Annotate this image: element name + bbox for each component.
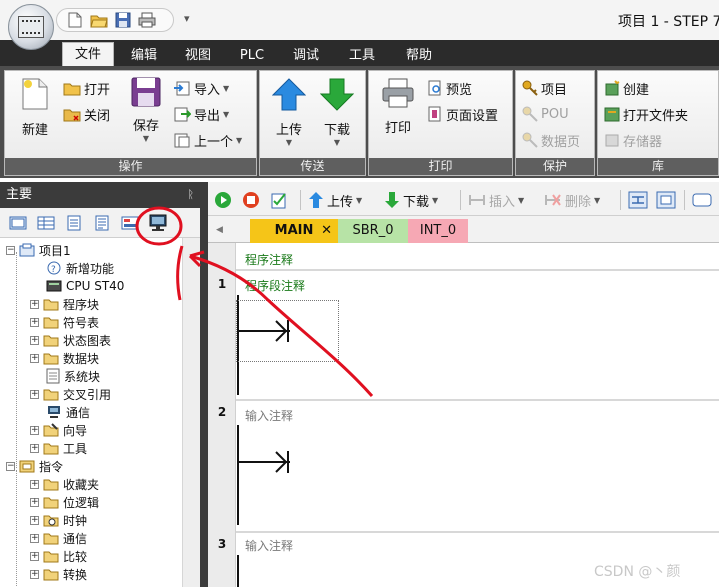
application-button[interactable] (8, 4, 54, 50)
watermark: CSDN @丶颜 (594, 564, 681, 580)
annotation-stroke (176, 245, 184, 301)
plc-chip-icon (18, 16, 44, 38)
annotation-arrow (189, 254, 374, 397)
annotation-circle (135, 206, 183, 246)
red-annotation-overlay (135, 206, 374, 397)
